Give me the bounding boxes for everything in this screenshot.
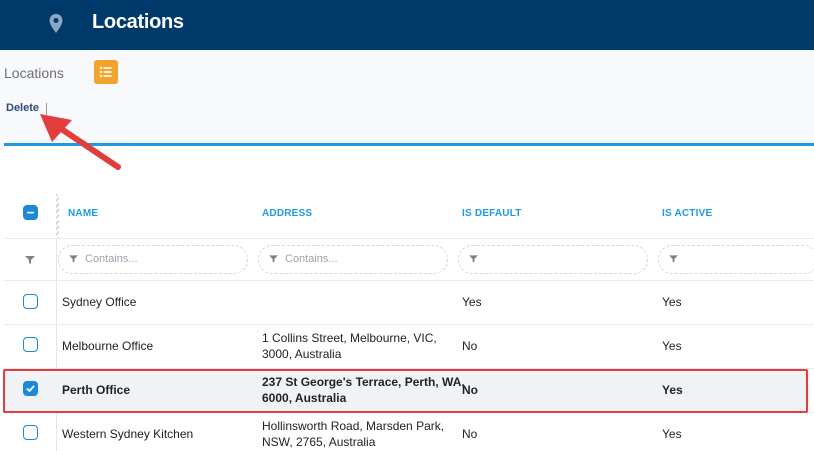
row-address-line2: NSW, 2765, Australia	[262, 435, 376, 449]
list-icon	[99, 66, 112, 78]
column-header-is-default[interactable]: IS DEFAULT	[462, 208, 522, 219]
address-filter-placeholder: Contains...	[285, 253, 338, 265]
selected-row-highlight-annotation	[3, 369, 808, 413]
row-address-line2: 3000, Australia	[262, 347, 342, 361]
address-filter-input[interactable]: Contains...	[258, 245, 448, 274]
list-view-button[interactable]	[94, 60, 118, 84]
row-name: Melbourne Office	[62, 339, 154, 353]
name-filter-input[interactable]: Contains...	[58, 245, 248, 274]
row-address-line1: 1 Collins Street, Melbourne, VIC,	[262, 331, 437, 345]
row-is-default: Yes	[462, 295, 482, 309]
row-name: Western Sydney Kitchen	[62, 427, 194, 441]
column-header-is-active[interactable]: IS ACTIVE	[662, 208, 712, 219]
filter-icon	[669, 255, 678, 263]
row-checkbox[interactable]	[23, 294, 38, 309]
column-header-address[interactable]: ADDRESS	[262, 208, 312, 219]
row-name: Sydney Office	[62, 295, 137, 309]
row-is-default: No	[462, 427, 478, 441]
is-active-filter-input[interactable]	[658, 245, 814, 274]
checkbox-column-divider	[56, 238, 57, 451]
is-default-filter-input[interactable]	[458, 245, 648, 274]
column-resize-handle[interactable]	[56, 194, 59, 238]
filter-icon	[25, 256, 35, 264]
arrow-annotation-icon	[40, 114, 121, 170]
name-filter-placeholder: Contains...	[85, 253, 138, 265]
app-header: Locations	[0, 0, 814, 50]
row-address-line1: Hollinsworth Road, Marsden Park,	[262, 419, 445, 433]
breadcrumb: Locations	[4, 65, 64, 81]
map-pin-icon	[49, 14, 63, 33]
page-title: Locations	[92, 11, 184, 33]
row-checkbox[interactable]	[23, 425, 38, 440]
row-divider	[4, 324, 814, 325]
row-checkbox[interactable]	[23, 337, 38, 352]
row-divider	[4, 238, 814, 239]
row-divider	[4, 280, 814, 281]
select-all-checkbox[interactable]	[23, 205, 38, 220]
row-is-active: Yes	[662, 295, 682, 309]
delete-button[interactable]: Delete	[6, 102, 39, 114]
filter-icon	[269, 255, 278, 263]
row-is-default: No	[462, 339, 478, 353]
row-is-active: Yes	[662, 427, 682, 441]
column-header-name[interactable]: NAME	[68, 208, 98, 219]
row-is-active: Yes	[662, 339, 682, 353]
filter-icon	[469, 255, 478, 263]
filter-icon	[69, 255, 78, 263]
